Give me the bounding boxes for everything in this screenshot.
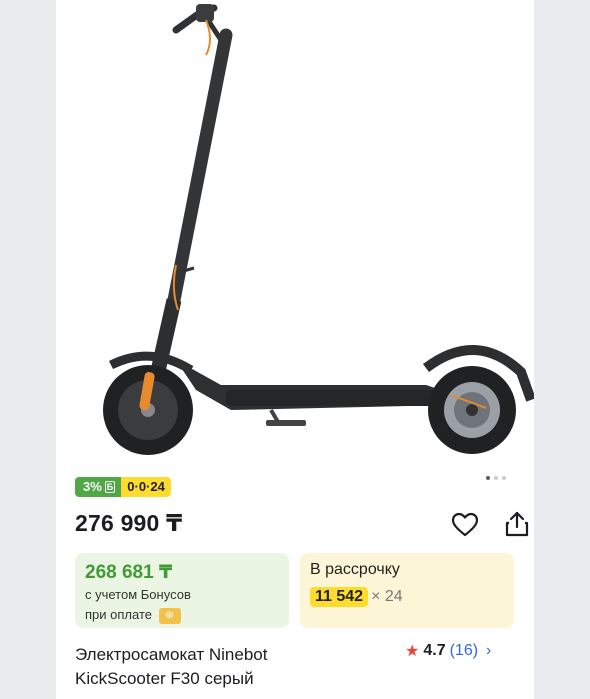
product-image[interactable] bbox=[56, 0, 534, 468]
scooter-illustration bbox=[103, 4, 534, 455]
product-title[interactable]: Электросамокат Ninebot KickScooter F30 с… bbox=[75, 643, 395, 691]
bonus-percent: 3% bbox=[83, 479, 102, 494]
bonus-icon: Б bbox=[104, 481, 116, 493]
bonus-price: 268 681 ₸ bbox=[85, 562, 173, 583]
carousel-dot[interactable] bbox=[502, 476, 506, 480]
share-icon[interactable] bbox=[503, 510, 531, 538]
product-rating[interactable]: ★ 4.7 (16) › bbox=[405, 641, 491, 661]
chevron-right-icon[interactable]: › bbox=[486, 642, 491, 660]
star-icon: ★ bbox=[405, 643, 420, 660]
carousel-dot[interactable] bbox=[494, 476, 498, 480]
carousel-dot[interactable] bbox=[486, 476, 490, 480]
product-price: 276 990 ₸ bbox=[75, 510, 183, 536]
review-count[interactable]: (16) bbox=[450, 642, 478, 660]
product-title-line2: KickScooter F30 серый bbox=[75, 669, 254, 688]
installment-label: В рассрочку bbox=[310, 561, 400, 578]
payment-method-icon: ⊕ bbox=[158, 607, 181, 624]
bonus-badge: 3% Б bbox=[75, 477, 122, 497]
rating-value: 4.7 bbox=[423, 642, 446, 659]
installment-row: 11 542 × 24 bbox=[310, 587, 504, 607]
promo-badges: 3% Б 0·0·24 bbox=[75, 477, 171, 497]
installment-amount: 11 542 bbox=[310, 587, 369, 607]
product-title-line1: Электросамокат Ninebot bbox=[75, 645, 268, 664]
price-row: 276 990 ₸ bbox=[75, 510, 529, 540]
bonus-price-box[interactable]: 268 681 ₸ с учетом Бонусов при оплате ⊕ bbox=[75, 553, 289, 628]
installment-multiplier: × 24 bbox=[371, 588, 403, 605]
heart-icon[interactable] bbox=[451, 512, 479, 538]
carousel-indicator[interactable] bbox=[486, 476, 506, 480]
installment-badge: 0·0·24 bbox=[121, 477, 171, 497]
bonus-label-line2: при оплате bbox=[85, 607, 152, 622]
product-card: 3% Б 0·0·24 276 990 ₸ 268 681 ₸ с учетом… bbox=[56, 0, 534, 699]
bonus-label-line1: с учетом Бонусов bbox=[85, 587, 191, 602]
installment-box[interactable]: В рассрочку 11 542 × 24 bbox=[300, 553, 514, 628]
bonus-label-line2-row: при оплате ⊕ bbox=[85, 606, 279, 624]
